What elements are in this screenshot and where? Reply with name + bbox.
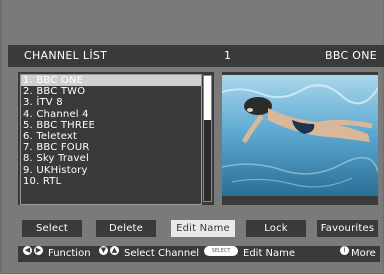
info-icon: i [340,246,349,255]
channel-row-5[interactable]: 5. BBC THREE [21,120,201,131]
channel-row-4[interactable]: 4. Channel 4 [21,109,201,120]
select-button[interactable]: Select [22,220,82,237]
help-bar: ◀ ▶ Function ▼ ▲ Select Channel SELECT E… [18,246,380,262]
left-arrow-icon: ◀ [23,246,32,255]
current-channel-name: BBC ONE [324,49,377,62]
channel-row-1[interactable]: 1. BBC ONE [21,75,201,87]
right-arrow-icon: ▶ [34,246,43,255]
list-scrollbar[interactable] [203,75,212,202]
select-key-icon: SELECT [204,246,238,256]
preview-image [222,75,378,196]
channel-list-header: CHANNEL LİST 1 BBC ONE [8,45,384,67]
current-channel-number: 1 [224,49,232,62]
channel-row-10[interactable]: 10. RTL [21,176,201,187]
channel-row-9[interactable]: 9. UKHistory [21,165,201,176]
channel-list: 1. BBC ONE 2. BBC TWO 3. İTV 8 4. Channe… [20,74,202,205]
channel-row-6[interactable]: 6. Teletext [21,131,201,142]
channel-row-2[interactable]: 2. BBC TWO [21,86,201,97]
help-more-label: More [351,248,376,259]
help-select-channel-label: Select Channel [124,248,200,259]
channel-row-7[interactable]: 7. BBC FOUR [21,142,201,153]
down-arrow-icon: ▼ [99,246,108,255]
channel-row-8[interactable]: 8. Sky Travel [21,153,201,164]
lock-button[interactable]: Lock [246,220,306,237]
channel-row-3[interactable]: 3. İTV 8 [21,97,201,108]
channel-list-panel: 1. BBC ONE 2. BBC TWO 3. İTV 8 4. Channe… [18,72,214,205]
help-edit-name-label: Edit Name [243,248,296,259]
up-arrow-icon: ▲ [110,246,119,255]
help-function-label: Function [48,248,91,259]
delete-button[interactable]: Delete [96,220,156,237]
channel-preview [222,72,378,205]
page-title: CHANNEL LİST [24,49,108,62]
scrollbar-thumb[interactable] [204,76,211,120]
edit-name-button[interactable]: Edit Name [171,220,235,237]
favourites-button[interactable]: Favourites [317,220,378,237]
